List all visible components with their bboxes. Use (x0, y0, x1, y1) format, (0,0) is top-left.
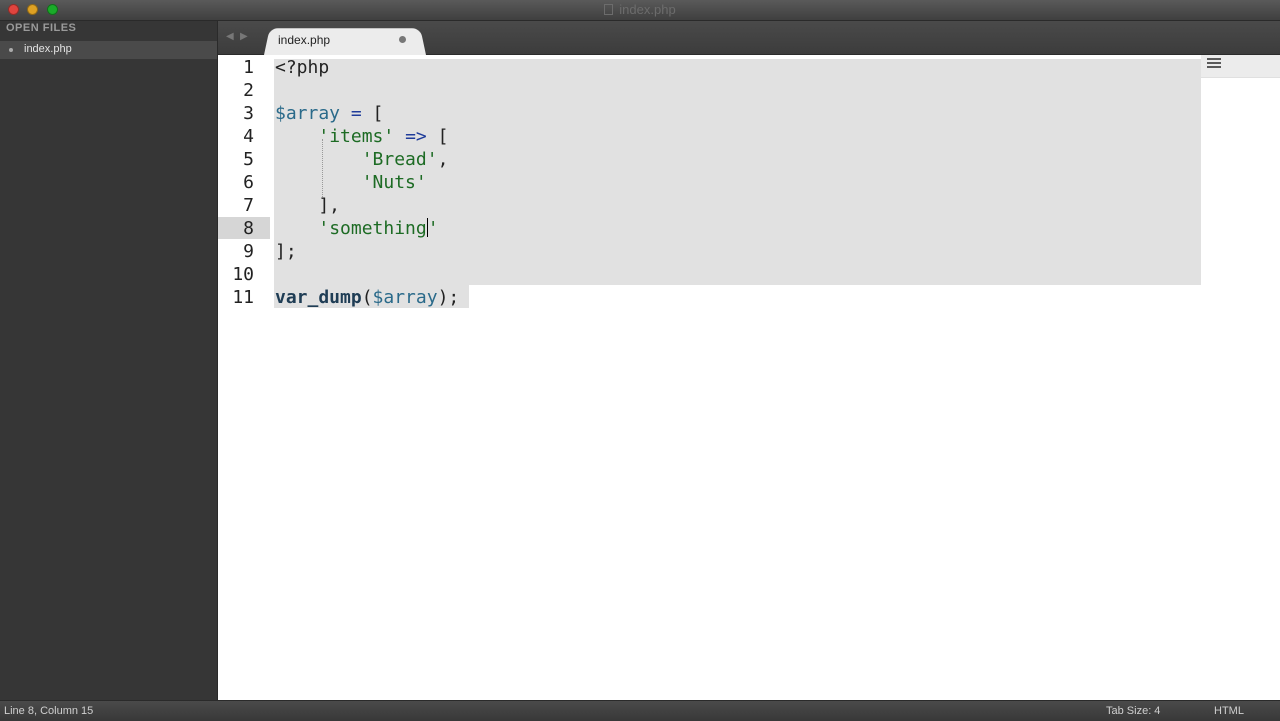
syntax-selector[interactable]: HTML (1214, 705, 1244, 717)
window-title-text: index.php (619, 2, 676, 17)
sidebar-item-index-php[interactable]: index.php (0, 41, 217, 59)
line-number: 11 (232, 287, 254, 308)
code-editor[interactable]: 1 <?php 2 3 $array = [ 4 'items' => [ 5 … (218, 55, 1280, 700)
line-number: 2 (243, 80, 254, 101)
tab-bar: ◀ ▶ index.php (218, 21, 1280, 55)
code-line-3[interactable]: 3 $array = [ (218, 103, 1218, 126)
code-text: var_dump($array); (275, 287, 460, 308)
code-line-10[interactable]: 10 (218, 264, 1218, 287)
document-icon (604, 4, 614, 15)
line-number: 3 (243, 103, 254, 124)
code-line-4[interactable]: 4 'items' => [ (218, 126, 1218, 149)
code-text: 'Bread', (361, 149, 449, 170)
code-line-6[interactable]: 6 'Nuts' (218, 172, 1218, 195)
code-line-8[interactable]: 8 'something' (218, 218, 1218, 241)
text-cursor (426, 218, 428, 237)
line-number: 4 (243, 126, 254, 147)
code-line-5[interactable]: 5 'Bread', (218, 149, 1218, 172)
tab-size-selector[interactable]: Tab Size: 4 (1106, 705, 1160, 717)
code-line-1[interactable]: 1 <?php (218, 57, 1218, 80)
line-number: 6 (243, 172, 254, 193)
status-bar: Line 8, Column 15 Tab Size: 4 HTML (0, 700, 1280, 721)
tab-label: index.php (278, 33, 331, 47)
line-number: 10 (232, 264, 254, 285)
code-text: ]; (275, 241, 297, 262)
sidebar: OPEN FILES index.php (0, 21, 218, 700)
title-bar: index.php (0, 0, 1280, 21)
code-line-9[interactable]: 9 ]; (218, 241, 1218, 264)
line-number: 1 (243, 57, 254, 78)
code-text: <?php (275, 57, 330, 78)
code-text: ], (275, 195, 341, 216)
code-line-7[interactable]: 7 ], (218, 195, 1218, 218)
sidebar-item-label: index.php (24, 43, 72, 55)
line-number: 9 (243, 241, 254, 262)
tab-scroll-left-icon[interactable]: ◀ (226, 31, 234, 42)
window-title: index.php (0, 2, 1280, 17)
cursor-position: Line 8, Column 15 (4, 705, 94, 717)
code-text: 'something' (318, 218, 439, 239)
file-close-icon[interactable] (9, 48, 13, 52)
code-text: 'Nuts' (361, 172, 427, 193)
line-number: 5 (243, 149, 254, 170)
unsaved-dot-icon[interactable] (399, 36, 406, 43)
line-number: 8 (243, 218, 254, 239)
sidebar-header: OPEN FILES (6, 22, 77, 34)
code-text: $array = [ (275, 103, 384, 124)
tab-scroll-right-icon[interactable]: ▶ (240, 31, 248, 42)
code-text: 'items' => [ (318, 126, 449, 147)
code-line-2[interactable]: 2 (218, 80, 1218, 103)
code-line-11[interactable]: 11 var_dump($array); (218, 287, 1218, 310)
line-number: 7 (243, 195, 254, 216)
